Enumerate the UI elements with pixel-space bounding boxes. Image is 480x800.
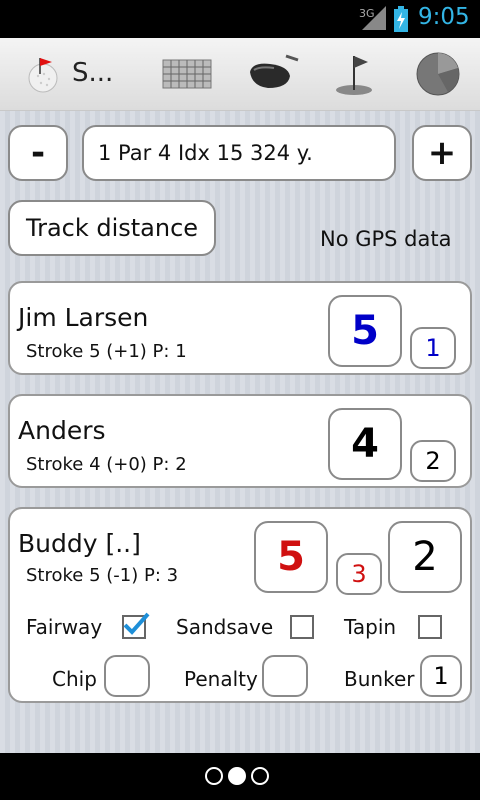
next-hole-button[interactable]: + bbox=[412, 125, 472, 181]
player-card[interactable]: Jim Larsen Stroke 5 (+1) P: 1 5 1 bbox=[8, 281, 472, 375]
scorecard-button[interactable] bbox=[156, 38, 218, 110]
battery-charging-icon bbox=[394, 6, 408, 32]
scorecard-icon bbox=[162, 59, 212, 89]
player-name: Anders bbox=[18, 416, 106, 445]
golf-ball-flag-icon bbox=[28, 58, 58, 93]
penalty-label: Penalty bbox=[184, 667, 258, 691]
action-bar: S... bbox=[0, 38, 480, 111]
strokes-box[interactable]: 5 bbox=[328, 295, 402, 367]
player-stats: Stroke 5 (-1) P: 3 bbox=[26, 565, 179, 586]
fairway-label: Fairway bbox=[26, 615, 103, 639]
checkmark-icon bbox=[123, 612, 150, 635]
chip-counter[interactable] bbox=[104, 655, 150, 697]
chip-label: Chip bbox=[52, 667, 97, 691]
course-button[interactable] bbox=[326, 38, 382, 110]
signal-icon: 3G bbox=[359, 6, 386, 30]
clubs-button[interactable] bbox=[242, 38, 304, 110]
extra-score-box[interactable]: 2 bbox=[388, 521, 462, 593]
hole-description: 1 Par 4 Idx 15 324 y. bbox=[98, 141, 313, 165]
gps-status: No GPS data bbox=[320, 227, 452, 251]
page-indicator-bar bbox=[0, 753, 480, 800]
penalty-counter[interactable] bbox=[262, 655, 308, 697]
scoring-panel: - 1 Par 4 Idx 15 324 y. + Track distance… bbox=[0, 111, 480, 753]
putts-box[interactable]: 3 bbox=[336, 553, 382, 595]
strokes-box[interactable]: 5 bbox=[254, 521, 328, 593]
strokes-box[interactable]: 4 bbox=[328, 408, 402, 480]
player-name: Buddy [..] bbox=[18, 529, 141, 558]
svg-text:3G: 3G bbox=[359, 7, 375, 20]
status-bar: 3G 9:05 bbox=[0, 0, 480, 38]
previous-hole-button[interactable]: - bbox=[8, 125, 68, 181]
bunker-label: Bunker bbox=[344, 667, 415, 691]
player-stats: Stroke 5 (+1) P: 1 bbox=[26, 341, 187, 362]
app-home-button[interactable] bbox=[18, 38, 66, 110]
driver-club-icon bbox=[250, 54, 299, 88]
page-dot[interactable] bbox=[251, 767, 269, 785]
player-stats: Stroke 4 (+0) P: 2 bbox=[26, 454, 187, 475]
tapin-checkbox[interactable] bbox=[418, 615, 442, 639]
hole-flag-icon bbox=[336, 56, 372, 95]
stats-pie-icon bbox=[416, 52, 460, 96]
track-distance-button[interactable]: Track distance bbox=[8, 200, 216, 256]
player-card[interactable]: Anders Stroke 4 (+0) P: 2 4 2 bbox=[8, 394, 472, 488]
status-clock: 9:05 bbox=[418, 4, 470, 30]
putts-box[interactable]: 1 bbox=[410, 327, 456, 369]
fairway-checkbox[interactable] bbox=[122, 612, 150, 639]
putts-box[interactable]: 2 bbox=[410, 440, 456, 482]
hole-selector[interactable]: 1 Par 4 Idx 15 324 y. bbox=[82, 125, 396, 181]
sandsave-checkbox[interactable] bbox=[290, 615, 314, 639]
tapin-label: Tapin bbox=[344, 615, 397, 639]
player-card-expanded[interactable]: Buddy [..] Stroke 5 (-1) P: 3 5 3 2 Fair… bbox=[8, 507, 472, 703]
statistics-button[interactable] bbox=[410, 38, 466, 110]
app-title: S... bbox=[72, 58, 114, 88]
bunker-counter[interactable]: 1 bbox=[420, 655, 462, 697]
page-dot[interactable] bbox=[205, 767, 223, 785]
page-dot-active[interactable] bbox=[228, 767, 246, 785]
player-name: Jim Larsen bbox=[18, 303, 149, 332]
sandsave-label: Sandsave bbox=[176, 615, 274, 639]
